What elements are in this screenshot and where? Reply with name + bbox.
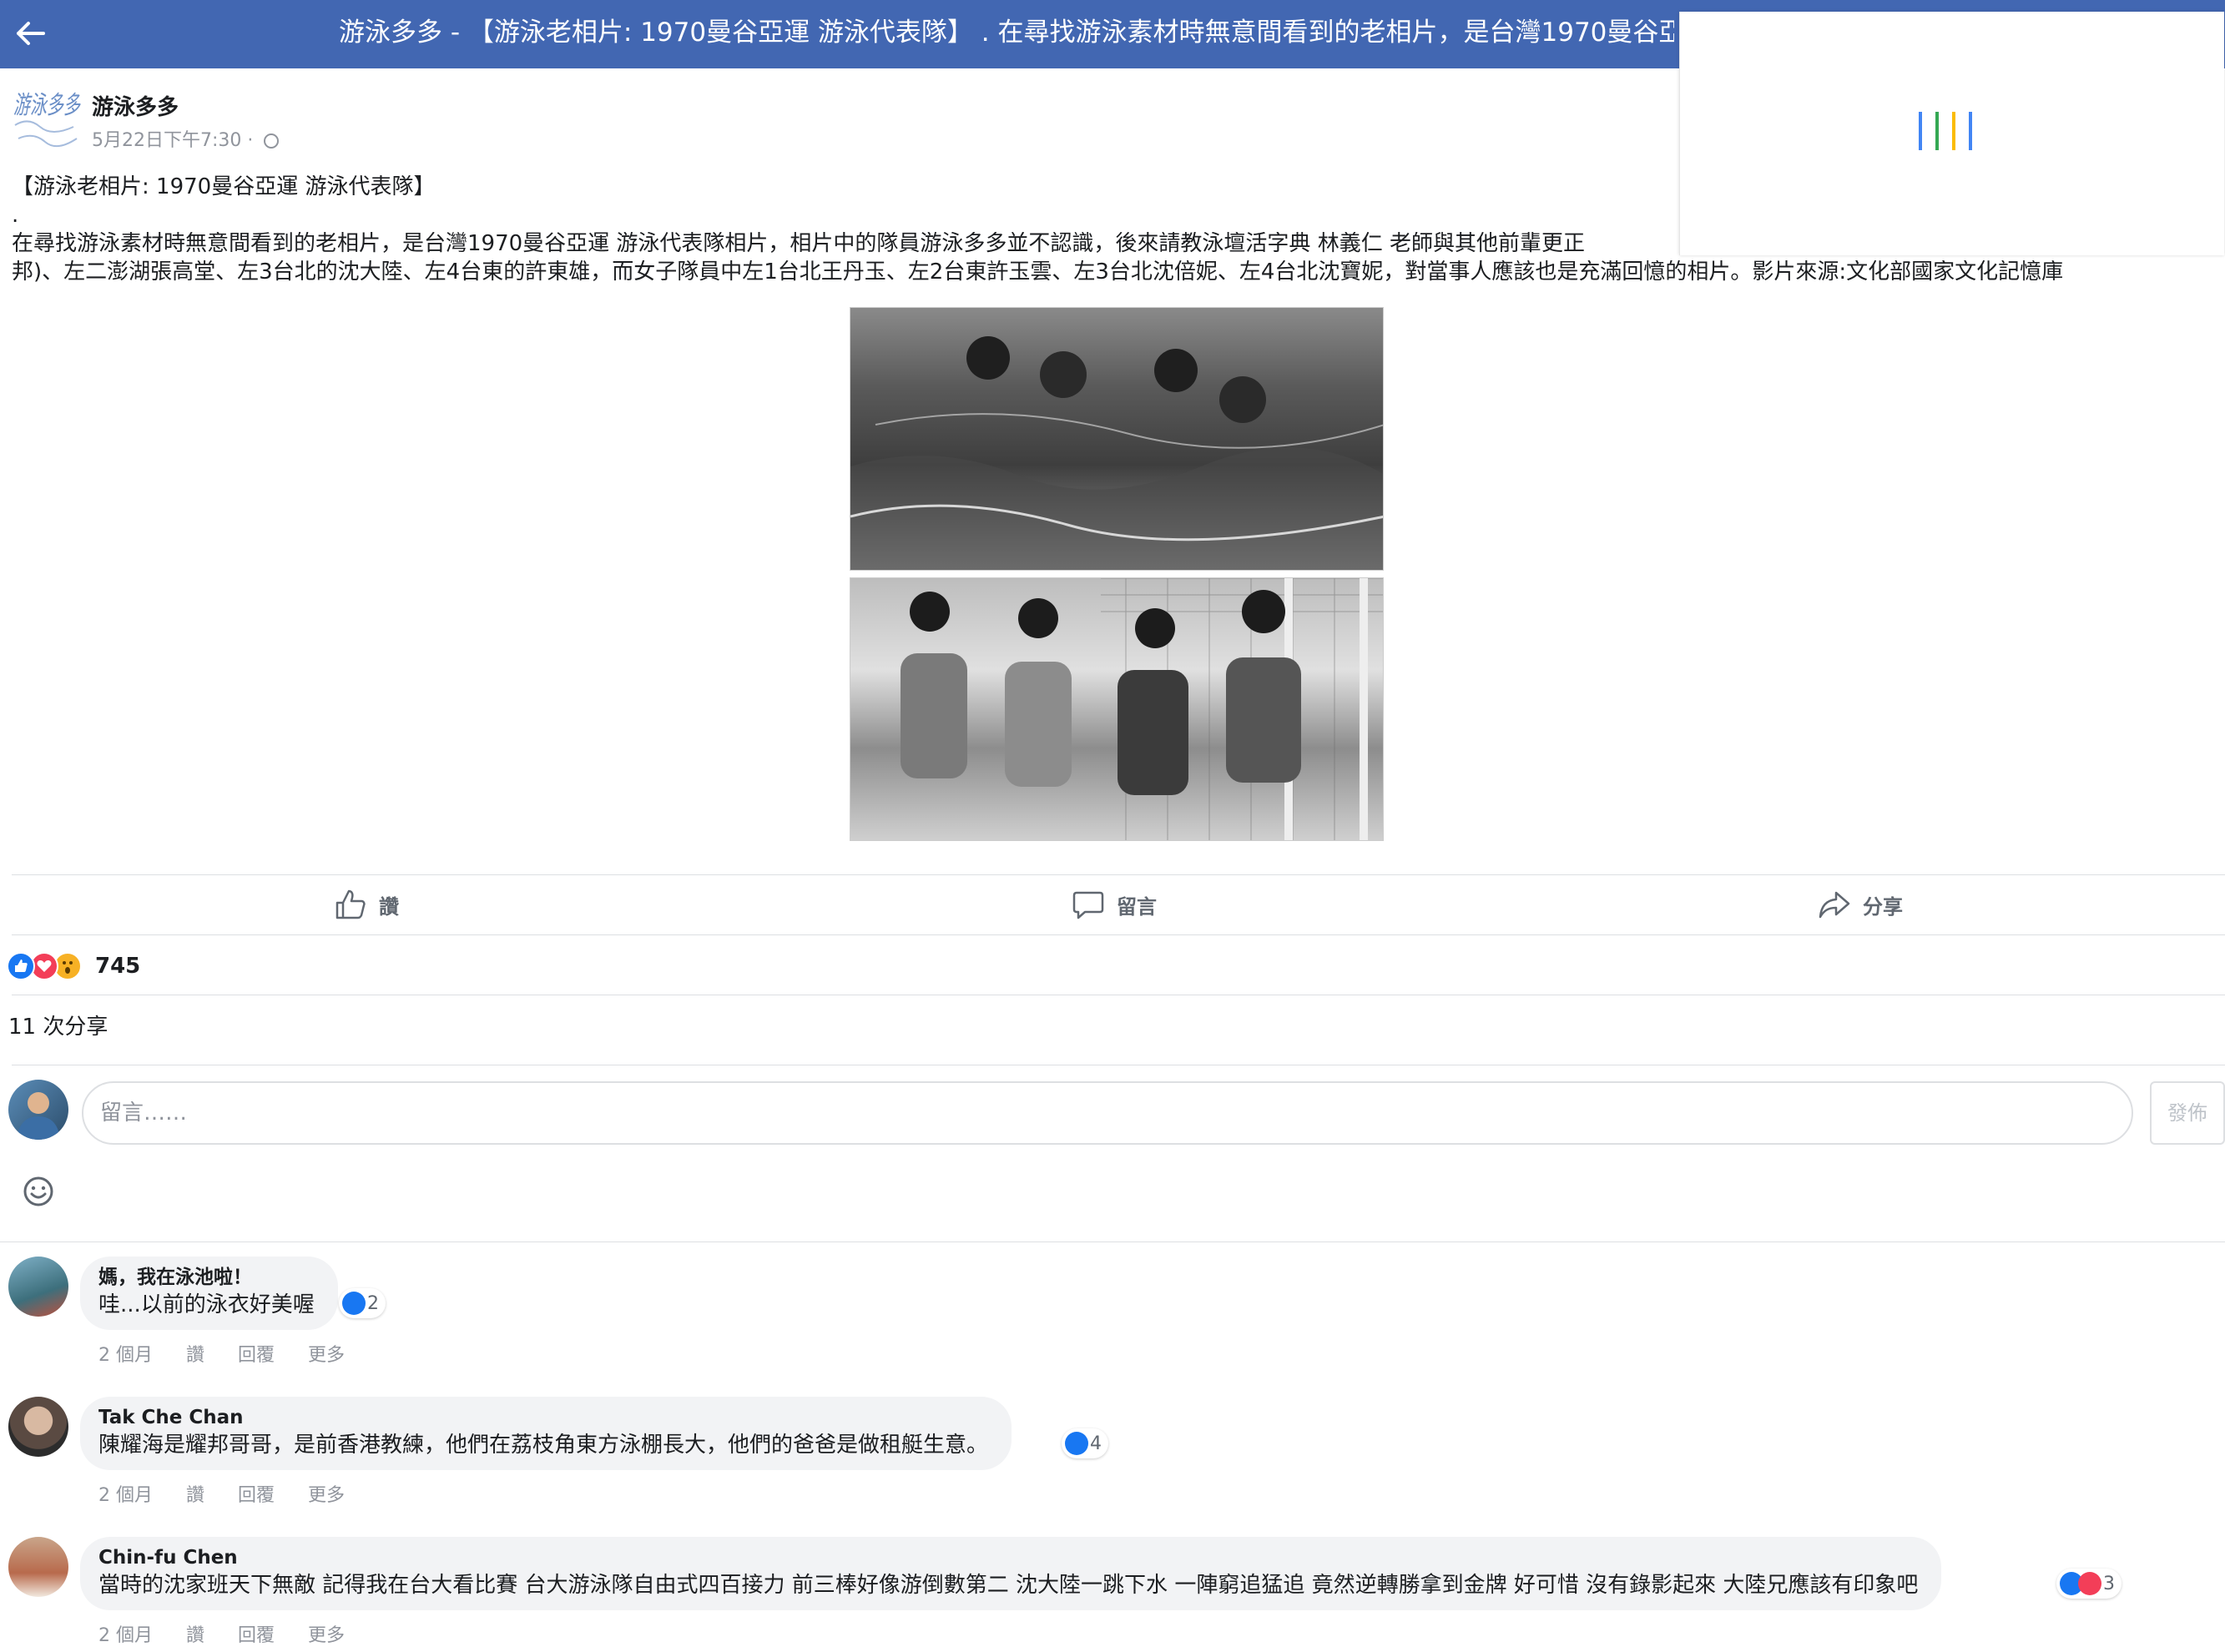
like-reaction-icon	[7, 952, 35, 980]
comment-meta: 2 個月 讚 回覆 更多	[98, 1480, 378, 1507]
thumbs-up-icon	[336, 889, 366, 919]
comment-reactions[interactable]: 4	[1062, 1428, 1108, 1458]
comment-text: 陳耀海是耀邦哥哥，是前香港教練，他們在荔枝角東方泳棚長大，他們的爸爸是做租艇生意…	[98, 1433, 989, 1458]
photo-women-swimmers	[850, 577, 1384, 841]
comment-reaction-count: 2	[367, 1292, 379, 1314]
comment-more-link[interactable]: 更多	[308, 1625, 345, 1646]
post-line: .	[12, 204, 19, 227]
comment-author[interactable]: Chin-fu Chen	[98, 1545, 1918, 1570]
like-reaction-icon	[1065, 1432, 1088, 1455]
post-timestamp: 5月22日下午7:30 ·	[92, 125, 280, 152]
comment-button[interactable]: 留言	[1072, 886, 1157, 923]
comment-time[interactable]: 2 個月	[98, 1485, 153, 1506]
comment-icon	[1072, 891, 1104, 919]
love-reaction-icon	[2078, 1572, 2101, 1595]
back-arrow-icon[interactable]	[12, 15, 48, 52]
post-line: 邦)、左二澎湖張高堂、左3台北的沈大陸、左4台東的許東雄，而女子隊員中左1台北王…	[12, 260, 2064, 284]
comment-text: 哇...以前的泳衣好美喔	[98, 1292, 315, 1317]
post-comment-button[interactable]: 發佈	[2150, 1081, 2225, 1145]
loading-spinner-icon	[1919, 112, 1985, 162]
comment-reactions[interactable]: 3	[2056, 1569, 2122, 1599]
reaction-summary[interactable]: 745	[7, 951, 140, 981]
emoji-icon[interactable]	[22, 1175, 55, 1208]
photo-swimmers-in-pool	[850, 307, 1384, 571]
comment-author[interactable]: Tak Che Chan	[98, 1405, 988, 1430]
comment-bubble: 媽，我在泳池啦！ 哇...以前的泳衣好美喔	[80, 1257, 338, 1330]
post-line: 【游泳老相片: 1970曼谷亞運 游泳代表隊】	[12, 175, 436, 199]
comment-reaction-count: 4	[1090, 1433, 1102, 1454]
post-body: 【游泳老相片: 1970曼谷亞運 游泳代表隊】 . 在尋找游泳素材時無意間看到的…	[12, 175, 2215, 289]
share-count[interactable]: 11 次分享	[8, 1010, 108, 1040]
commenter-avatar[interactable]	[8, 1257, 68, 1317]
commenter-avatar[interactable]	[8, 1537, 68, 1597]
my-avatar	[8, 1080, 68, 1140]
comment-meta: 2 個月 讚 回覆 更多	[98, 1620, 378, 1647]
page-logo[interactable]: 游泳多多	[12, 83, 82, 154]
comment-label: 留言	[1117, 894, 1157, 919]
comment-more-link[interactable]: 更多	[308, 1345, 345, 1366]
comment-text: 當時的沈家班天下無敵 記得我在台大看比賽 台大游泳隊自由式四百接力 前三棒好像游…	[98, 1573, 1919, 1598]
comment-like-link[interactable]: 讚	[186, 1485, 204, 1506]
svg-text:游泳多多: 游泳多多	[13, 91, 81, 120]
page-title: 游泳多多 - 【游泳老相片: 1970曼谷亞運 游泳代表隊】 . 在尋找游泳素材…	[339, 18, 1674, 48]
commenter-avatar[interactable]	[8, 1397, 68, 1457]
post-line: 在尋找游泳素材時無意間看到的老相片，是台灣1970曼谷亞運 游泳代表隊相片，相片…	[12, 232, 1585, 255]
like-reaction-icon	[342, 1292, 366, 1315]
comment-reaction-count: 3	[2103, 1573, 2115, 1594]
comment-bubble: Chin-fu Chen 當時的沈家班天下無敵 記得我在台大看比賽 台大游泳隊自…	[80, 1537, 1942, 1610]
post-photo[interactable]	[850, 307, 1384, 841]
divider	[12, 934, 2225, 935]
reaction-count: 745	[95, 954, 141, 979]
comment-more-link[interactable]: 更多	[308, 1485, 345, 1506]
share-label: 分享	[1863, 894, 1903, 919]
comment-bubble: Tak Che Chan 陳耀海是耀邦哥哥，是前香港教練，他們在荔枝角東方泳棚長…	[80, 1397, 1012, 1470]
timestamp-text[interactable]: 5月22日下午7:30 ·	[92, 130, 253, 151]
comment-time[interactable]: 2 個月	[98, 1345, 153, 1366]
comment-reply-link[interactable]: 回覆	[238, 1625, 275, 1646]
like-button[interactable]: 讚	[334, 886, 399, 923]
comment-like-link[interactable]: 讚	[186, 1345, 204, 1366]
divider	[12, 874, 2225, 875]
comment-like-link[interactable]: 讚	[186, 1625, 204, 1646]
comment-input[interactable]: 留言……	[82, 1081, 2133, 1145]
share-arrow-icon	[1819, 891, 1850, 919]
comment-time[interactable]: 2 個月	[98, 1625, 153, 1646]
page-name[interactable]: 游泳多多	[92, 90, 179, 121]
comment-reactions[interactable]: 2	[339, 1288, 386, 1318]
share-button[interactable]: 分享	[1818, 886, 1903, 923]
globe-icon	[264, 133, 280, 149]
comment-author[interactable]: 媽，我在泳池啦！	[98, 1265, 315, 1290]
comment-reply-link[interactable]: 回覆	[238, 1345, 275, 1366]
comment-meta: 2 個月 讚 回覆 更多	[98, 1340, 378, 1367]
like-label: 讚	[379, 894, 399, 919]
comment-reply-link[interactable]: 回覆	[238, 1485, 275, 1506]
